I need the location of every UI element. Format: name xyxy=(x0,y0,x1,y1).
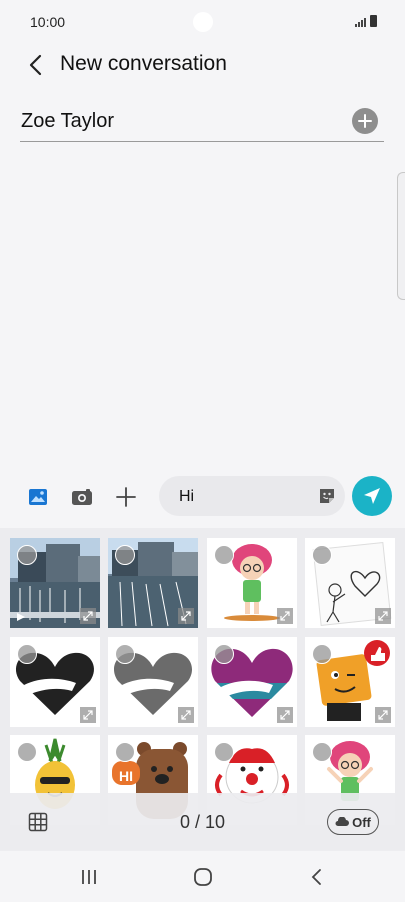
expand-icon[interactable] xyxy=(178,707,194,723)
gallery-button[interactable] xyxy=(23,482,53,512)
select-circle[interactable] xyxy=(312,742,332,762)
recipient-name[interactable]: Zoe Taylor xyxy=(21,110,114,133)
front-camera xyxy=(193,12,213,32)
gallery-item-sticker[interactable] xyxy=(207,538,297,628)
cloud-icon xyxy=(335,817,350,826)
plus-icon xyxy=(116,487,136,507)
select-circle[interactable] xyxy=(214,644,234,664)
gallery-item-sticker[interactable] xyxy=(207,637,297,727)
camera-button[interactable] xyxy=(67,482,97,512)
expand-icon[interactable] xyxy=(277,608,293,624)
gallery-item-sticker[interactable] xyxy=(305,637,395,727)
nav-back-button[interactable] xyxy=(301,865,331,889)
select-circle[interactable] xyxy=(312,644,332,664)
select-circle[interactable] xyxy=(312,545,332,565)
bear-badge-text: HI xyxy=(119,768,133,784)
select-circle[interactable] xyxy=(17,644,37,664)
select-circle[interactable] xyxy=(115,644,135,664)
message-text[interactable]: Hi xyxy=(179,488,194,506)
select-circle[interactable] xyxy=(17,742,37,762)
message-composer: Hi xyxy=(0,474,405,520)
expand-icon[interactable] xyxy=(80,608,96,624)
status-time: 10:00 xyxy=(30,14,66,30)
gallery-item-sticker[interactable] xyxy=(108,637,198,727)
hd-toggle-button[interactable]: Off xyxy=(327,809,379,835)
page-title: New conversation xyxy=(60,52,227,75)
message-input[interactable]: Hi xyxy=(159,476,345,516)
status-bar: 10:00 xyxy=(0,0,405,44)
attach-button[interactable] xyxy=(111,482,141,512)
system-nav-bar xyxy=(0,851,405,902)
select-circle[interactable] xyxy=(115,545,135,565)
chevron-left-icon xyxy=(29,54,42,76)
expand-icon[interactable] xyxy=(80,707,96,723)
expand-icon[interactable] xyxy=(178,608,194,624)
camera-icon xyxy=(72,489,92,505)
add-recipient-button[interactable] xyxy=(352,108,378,134)
battery-icon xyxy=(370,15,377,27)
gallery-item-video[interactable] xyxy=(10,538,100,628)
plus-icon xyxy=(358,114,372,128)
gallery-item-photo[interactable] xyxy=(108,538,198,628)
gallery-item-sticker[interactable] xyxy=(10,637,100,727)
send-button[interactable] xyxy=(352,476,392,516)
hd-toggle-label: Off xyxy=(352,814,371,830)
home-button[interactable] xyxy=(188,865,218,889)
signal-icon xyxy=(355,18,366,27)
app-header: New conversation xyxy=(0,44,405,84)
recipient-field[interactable]: Zoe Taylor xyxy=(20,102,384,142)
gallery-item-sticker[interactable] xyxy=(305,538,395,628)
expand-icon[interactable] xyxy=(375,608,391,624)
home-icon xyxy=(194,868,212,886)
expand-icon[interactable] xyxy=(375,707,391,723)
select-circle[interactable] xyxy=(115,742,135,762)
status-icons xyxy=(355,15,377,27)
select-circle[interactable] xyxy=(214,545,234,565)
play-icon xyxy=(17,613,25,621)
expand-icon[interactable] xyxy=(277,707,293,723)
back-icon xyxy=(311,869,321,885)
recents-button[interactable] xyxy=(74,865,104,889)
send-icon xyxy=(364,488,380,504)
recents-icon xyxy=(82,870,96,884)
media-picker-footer: 0 / 10 Off xyxy=(0,793,405,851)
sticker-icon[interactable] xyxy=(317,486,337,506)
edge-panel-handle[interactable] xyxy=(397,172,405,300)
back-button[interactable] xyxy=(22,50,48,80)
gallery-icon xyxy=(29,489,47,505)
select-circle[interactable] xyxy=(214,742,234,762)
select-circle[interactable] xyxy=(17,545,37,565)
